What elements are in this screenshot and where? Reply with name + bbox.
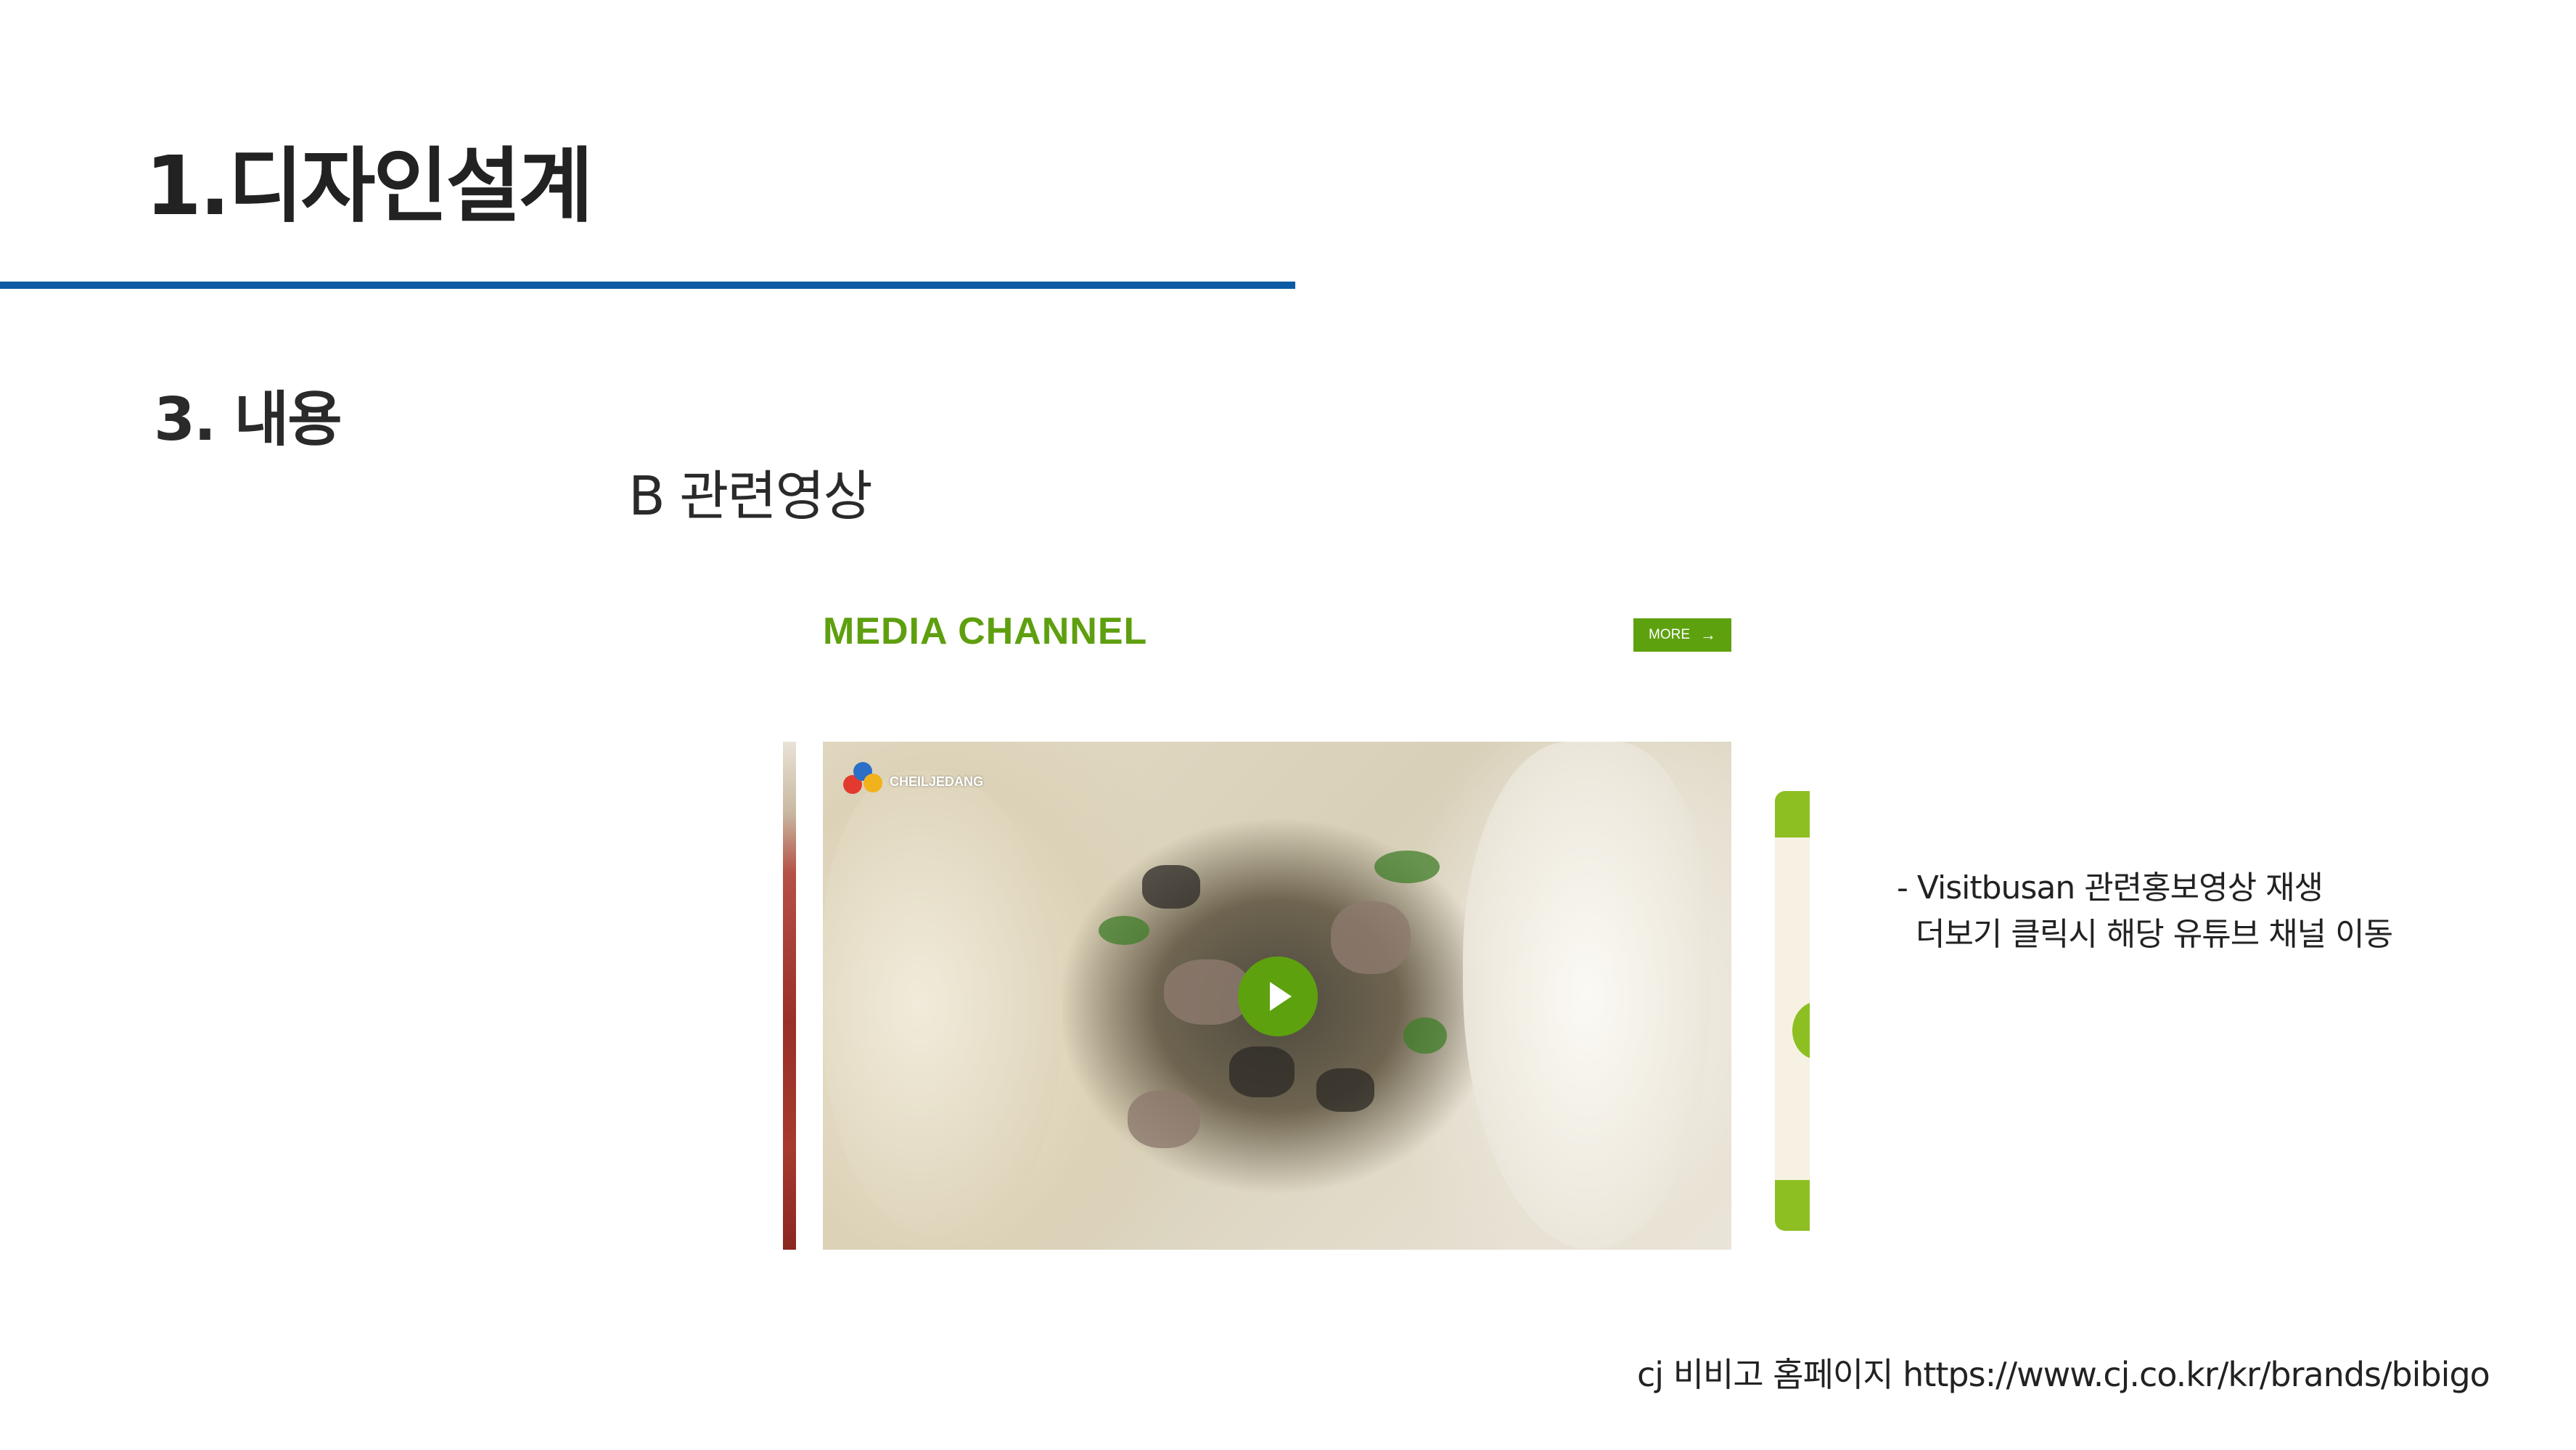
play-button[interactable] [1238,957,1318,1036]
filling-detail [1128,1090,1200,1148]
section-heading: 3. 내용 [154,385,342,454]
filling-detail [1403,1017,1447,1054]
carousel-prev-slide[interactable] [783,742,796,1250]
filling-detail [1099,916,1149,945]
cj-logo: CHEILJEDANG [843,762,983,801]
more-button-label: MORE [1649,627,1690,642]
title-underline [0,282,1295,289]
filling-detail [1142,865,1200,909]
cj-logo-text: CHEILJEDANG [890,774,984,789]
filling-detail [1316,1068,1374,1112]
cj-logo-icon [843,762,882,801]
filling-detail [1229,1046,1295,1097]
description-line: - Visitbusan 관련홍보영상 재생 [1897,869,2323,906]
source-citation: cj 비비고 홈페이지 https://www.cj.co.kr/kr/bran… [1637,1355,2490,1394]
arrow-right-icon: → [1700,626,1716,644]
play-icon [1270,982,1292,1011]
description-line: 더보기 클릭시 해당 유튜브 채널 이동 [1897,916,2393,953]
feature-description: - Visitbusan 관련홍보영상 재생 더보기 클릭시 해당 유튜브 채널… [1897,865,2393,958]
filling-detail [1374,851,1440,883]
dumpling-right-image [1463,742,1710,1250]
more-button[interactable]: MORE → [1633,618,1731,652]
page-title: 1.디자인설계 [145,139,594,234]
filling-detail [1331,901,1411,974]
media-channel-heading: MEDIA CHANNEL [823,610,1148,652]
carousel-next-slide[interactable] [1775,791,1810,1231]
subsection-heading: B 관련영상 [628,465,873,528]
dumpling-left-image [823,771,1062,1235]
